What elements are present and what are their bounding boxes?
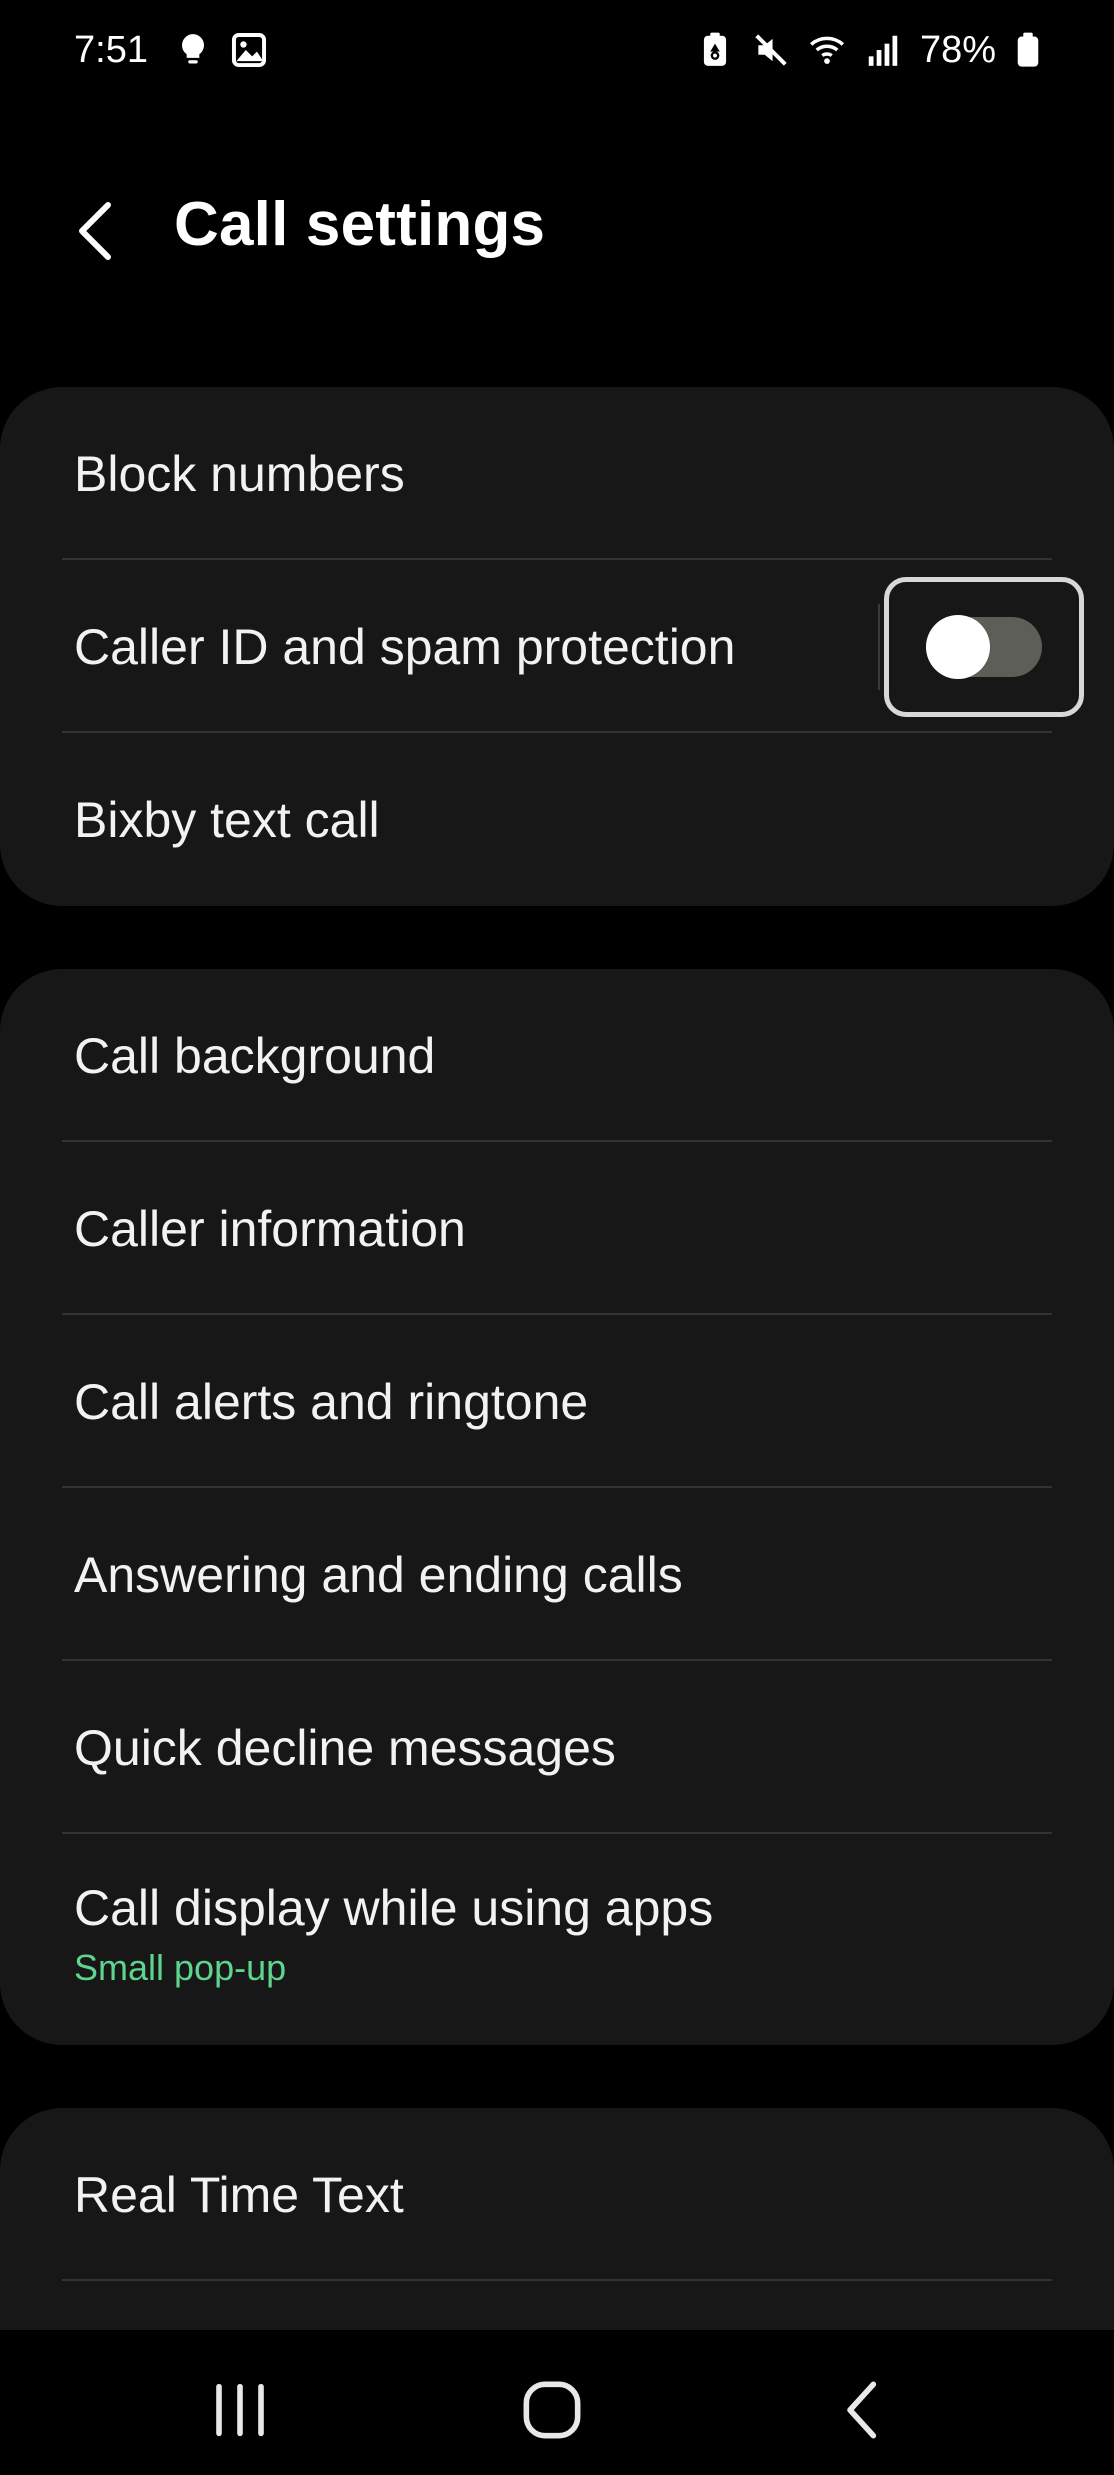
item-label: Quick decline messages [74,1719,616,1776]
back-button[interactable] [58,193,134,269]
caller-id-toggle[interactable] [926,615,1042,679]
item-label: Block numbers [74,445,405,502]
caller-id-spam-item[interactable]: Caller ID and spam protection [0,560,1114,733]
battery-icon [1014,31,1042,69]
app-header: Call settings [0,175,1114,285]
caller-id-toggle-focus [884,577,1084,717]
call-alerts-ringtone-item[interactable]: Call alerts and ringtone [0,1315,1114,1488]
recent-apps-icon [216,2383,264,2437]
status-time: 7:51 [74,28,148,71]
bixby-text-call-item[interactable]: Bixby text call [0,733,1114,906]
block-numbers-item[interactable]: Block numbers [0,387,1114,560]
status-bar: 7:51 78% [0,0,1114,100]
page-title: Call settings [174,190,546,259]
gallery-icon [230,31,268,69]
item-label: Answering and ending calls [74,1546,683,1603]
divider [62,2279,1052,2281]
item-label: Call alerts and ringtone [74,1373,589,1430]
wifi-icon [808,31,846,69]
answering-ending-calls-item[interactable]: Answering and ending calls [0,1488,1114,1661]
call-settings-screen: 7:51 78% Call settings Block numbers Cal… [0,0,1114,2475]
home-button[interactable] [502,2360,602,2460]
back-icon [847,2381,877,2439]
chevron-left-icon [79,202,111,260]
item-label: Call display while using apps [74,1879,714,1936]
item-label: Bixby text call [74,791,380,848]
nav-back-button[interactable] [814,2360,914,2460]
settings-group-2: Call background Caller information Call … [0,969,1114,2045]
quick-decline-messages-item[interactable]: Quick decline messages [0,1661,1114,1834]
item-sublabel: Small pop-up [74,1946,287,1988]
caller-information-item[interactable]: Caller information [0,1142,1114,1315]
item-label: Call background [74,1027,436,1084]
item-label: Real Time Text [74,2166,404,2223]
navigation-bar [0,2330,1114,2475]
toggle-knob [926,615,990,679]
toggle-separator [878,604,880,690]
settings-group-1: Block numbers Caller ID and spam protect… [0,387,1114,906]
recent-apps-button[interactable] [190,2360,290,2460]
real-time-text-item[interactable]: Real Time Text [0,2108,1114,2281]
status-right: 78% [696,29,1042,72]
signal-icon [864,31,902,69]
bulb-icon [174,31,212,69]
status-left: 7:51 [74,29,268,72]
call-background-item[interactable]: Call background [0,969,1114,1142]
settings-group-3: Real Time Text [0,2108,1114,2330]
item-label: Caller information [74,1200,466,1257]
call-display-apps-item[interactable]: Call display while using apps Small pop-… [0,1834,1114,2045]
battery-saver-icon [696,31,734,69]
mute-icon [752,31,790,69]
battery-percent: 78% [919,28,996,71]
home-icon [523,2381,581,2439]
